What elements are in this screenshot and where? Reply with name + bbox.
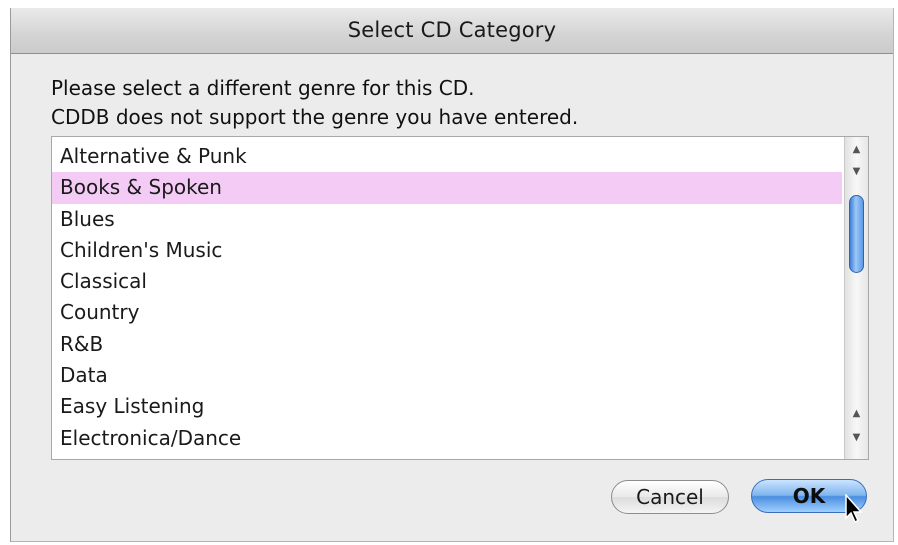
genre-list-items: Alternative & Punk Books & Spoken Blues … xyxy=(52,141,842,454)
genre-list[interactable]: Alternative & Punk Books & Spoken Blues … xyxy=(51,136,869,460)
dialog-window: Select CD Category Please select a diffe… xyxy=(10,8,894,542)
genre-item-books-spoken[interactable]: Books & Spoken xyxy=(52,172,842,204)
vertical-scrollbar[interactable]: ▲ ▼ ▲ ▼ xyxy=(844,137,868,459)
genre-item-data[interactable]: Data xyxy=(52,360,842,391)
scroll-up-arrow-icon[interactable]: ▲ xyxy=(845,403,868,425)
scroll-down-arrow-icon[interactable]: ▼ xyxy=(845,161,868,183)
message-line-2: CDDB does not support the genre you have… xyxy=(51,105,579,129)
mouse-pointer-icon xyxy=(845,494,863,524)
genre-item-rnb[interactable]: R&B xyxy=(52,329,842,360)
genre-item-alternative-punk[interactable]: Alternative & Punk xyxy=(52,141,842,172)
message-line-1: Please select a different genre for this… xyxy=(51,76,475,100)
cancel-button[interactable]: Cancel xyxy=(611,480,729,514)
genre-item-childrens-music[interactable]: Children's Music xyxy=(52,235,842,266)
scroll-down-arrow-icon[interactable]: ▼ xyxy=(845,427,868,449)
scroll-up-arrow-icon[interactable]: ▲ xyxy=(845,139,868,161)
genre-item-country[interactable]: Country xyxy=(52,297,842,328)
genre-item-easy-listening[interactable]: Easy Listening xyxy=(52,391,842,422)
genre-item-electronica-dance[interactable]: Electronica/Dance xyxy=(52,423,842,454)
dialog-title: Select CD Category xyxy=(347,18,557,42)
genre-item-classical[interactable]: Classical xyxy=(52,266,842,297)
genre-item-blues[interactable]: Blues xyxy=(52,204,842,235)
titlebar: Select CD Category xyxy=(11,8,893,54)
scrollbar-thumb[interactable] xyxy=(849,195,864,273)
dialog-message: Please select a different genre for this… xyxy=(51,74,578,132)
